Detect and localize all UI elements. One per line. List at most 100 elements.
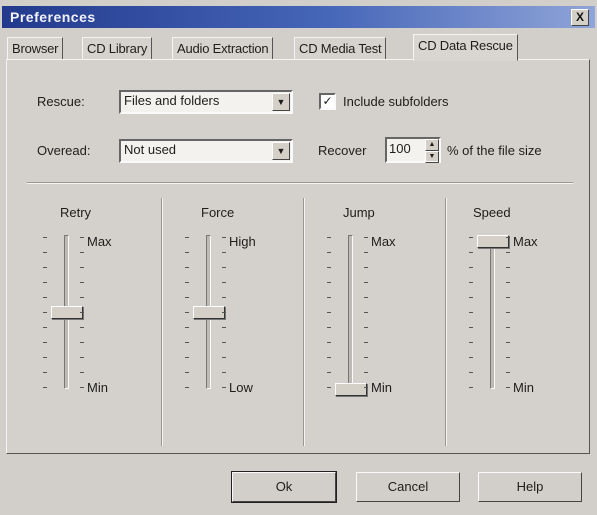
slider-tick <box>506 297 510 298</box>
slider-tick <box>80 372 84 373</box>
slider-max-label: Max <box>371 234 396 249</box>
slider-tick <box>469 282 473 283</box>
help-button[interactable]: Help <box>478 472 582 502</box>
slider-tick <box>43 342 47 343</box>
slider-tick <box>185 267 189 268</box>
slider-track[interactable] <box>490 235 495 389</box>
slider-tick <box>43 387 47 388</box>
spin-down-icon[interactable]: ▼ <box>425 151 439 163</box>
recover-label: Recover <box>318 143 367 158</box>
slider-track[interactable] <box>348 235 353 389</box>
slider-tick <box>43 357 47 358</box>
slider-max-label: Max <box>513 234 538 249</box>
title-bar[interactable]: Preferences X <box>2 6 595 28</box>
jump-slider: Jump Max Min <box>313 205 453 445</box>
slider-tick <box>222 237 226 238</box>
slider-tick <box>506 357 510 358</box>
slider-tick <box>80 237 84 238</box>
tab-cd-media-test[interactable]: CD Media Test <box>294 37 387 60</box>
slider-tick <box>327 282 331 283</box>
rescue-select[interactable]: Files and folders ▼ <box>119 90 293 114</box>
slider-tick <box>364 252 368 253</box>
include-subfolders-label: Include subfolders <box>343 94 449 109</box>
slider-tick <box>80 327 84 328</box>
slider-tick <box>43 237 47 238</box>
slider-tick <box>506 387 510 388</box>
slider-tick <box>506 252 510 253</box>
slider-tick <box>506 237 510 238</box>
slider-tick <box>327 387 331 388</box>
slider-tick <box>185 357 189 358</box>
slider-tick <box>469 327 473 328</box>
slider-tick <box>327 237 331 238</box>
slider-tick <box>222 357 226 358</box>
slider-thumb[interactable] <box>193 306 225 320</box>
spin-buttons: ▲ ▼ <box>425 139 439 163</box>
slider-tick <box>506 327 510 328</box>
slider-tick <box>364 372 368 373</box>
slider-tick <box>327 312 331 313</box>
window-title: Preferences <box>10 9 96 25</box>
force-slider: Force High Low <box>171 205 311 445</box>
slider-thumb[interactable] <box>335 383 367 396</box>
slider-tick <box>80 297 84 298</box>
slider-thumb[interactable] <box>51 306 83 320</box>
tab-cd-data-rescue[interactable]: CD Data Rescue <box>413 34 518 61</box>
slider-tick <box>185 237 189 238</box>
slider-tick <box>506 282 510 283</box>
recover-spinbox[interactable]: 100 ▲ ▼ <box>385 137 441 163</box>
slider-tick <box>80 267 84 268</box>
slider-tick <box>469 252 473 253</box>
slider-tick <box>222 372 226 373</box>
tab-audio-extraction[interactable]: Audio Extraction <box>172 37 274 60</box>
slider-tick <box>222 252 226 253</box>
rescue-value: Files and folders <box>124 93 220 108</box>
chevron-down-icon[interactable]: ▼ <box>272 142 290 160</box>
jump-title: Jump <box>343 205 375 220</box>
slider-tick <box>469 267 473 268</box>
slider-tick <box>364 327 368 328</box>
slider-thumb[interactable] <box>477 235 509 248</box>
slider-tick <box>506 312 510 313</box>
slider-tick <box>222 282 226 283</box>
slider-tick <box>43 327 47 328</box>
slider-tick <box>327 342 331 343</box>
slider-tick <box>222 342 226 343</box>
slider-tick <box>222 312 226 313</box>
cd-data-rescue-panel: Rescue: Files and folders ▼ ✓ Include su… <box>6 59 590 454</box>
ok-button[interactable]: Ok <box>231 471 337 503</box>
slider-tick <box>364 297 368 298</box>
slider-max-label: Max <box>87 234 112 249</box>
separator <box>27 182 573 184</box>
slider-tick <box>80 252 84 253</box>
slider-min-label: Min <box>87 380 108 395</box>
overread-label: Overead: <box>37 143 91 158</box>
close-button[interactable]: X <box>571 9 589 26</box>
slider-tick <box>506 267 510 268</box>
slider-tick <box>43 372 47 373</box>
slider-tick <box>185 387 189 388</box>
spin-up-icon[interactable]: ▲ <box>425 139 439 151</box>
slider-tick <box>364 357 368 358</box>
slider-tick <box>364 267 368 268</box>
slider-tick <box>43 312 47 313</box>
slider-tick <box>506 372 510 373</box>
slider-tick <box>185 327 189 328</box>
slider-tick <box>364 237 368 238</box>
tab-cd-library[interactable]: CD Library <box>82 37 153 60</box>
tab-browser[interactable]: Browser <box>7 37 64 60</box>
slider-tick <box>364 282 368 283</box>
cancel-button[interactable]: Cancel <box>356 472 460 502</box>
slider-tick <box>43 252 47 253</box>
include-subfolders-checkbox[interactable]: ✓ <box>319 93 336 110</box>
slider-tick <box>43 297 47 298</box>
slider-tick <box>469 297 473 298</box>
overread-select[interactable]: Not used ▼ <box>119 139 293 163</box>
slider-tick <box>327 267 331 268</box>
slider-tick <box>222 297 226 298</box>
slider-tick <box>327 297 331 298</box>
slider-tick <box>364 312 368 313</box>
speed-title: Speed <box>473 205 511 220</box>
chevron-down-icon[interactable]: ▼ <box>272 93 290 111</box>
slider-tick <box>185 342 189 343</box>
